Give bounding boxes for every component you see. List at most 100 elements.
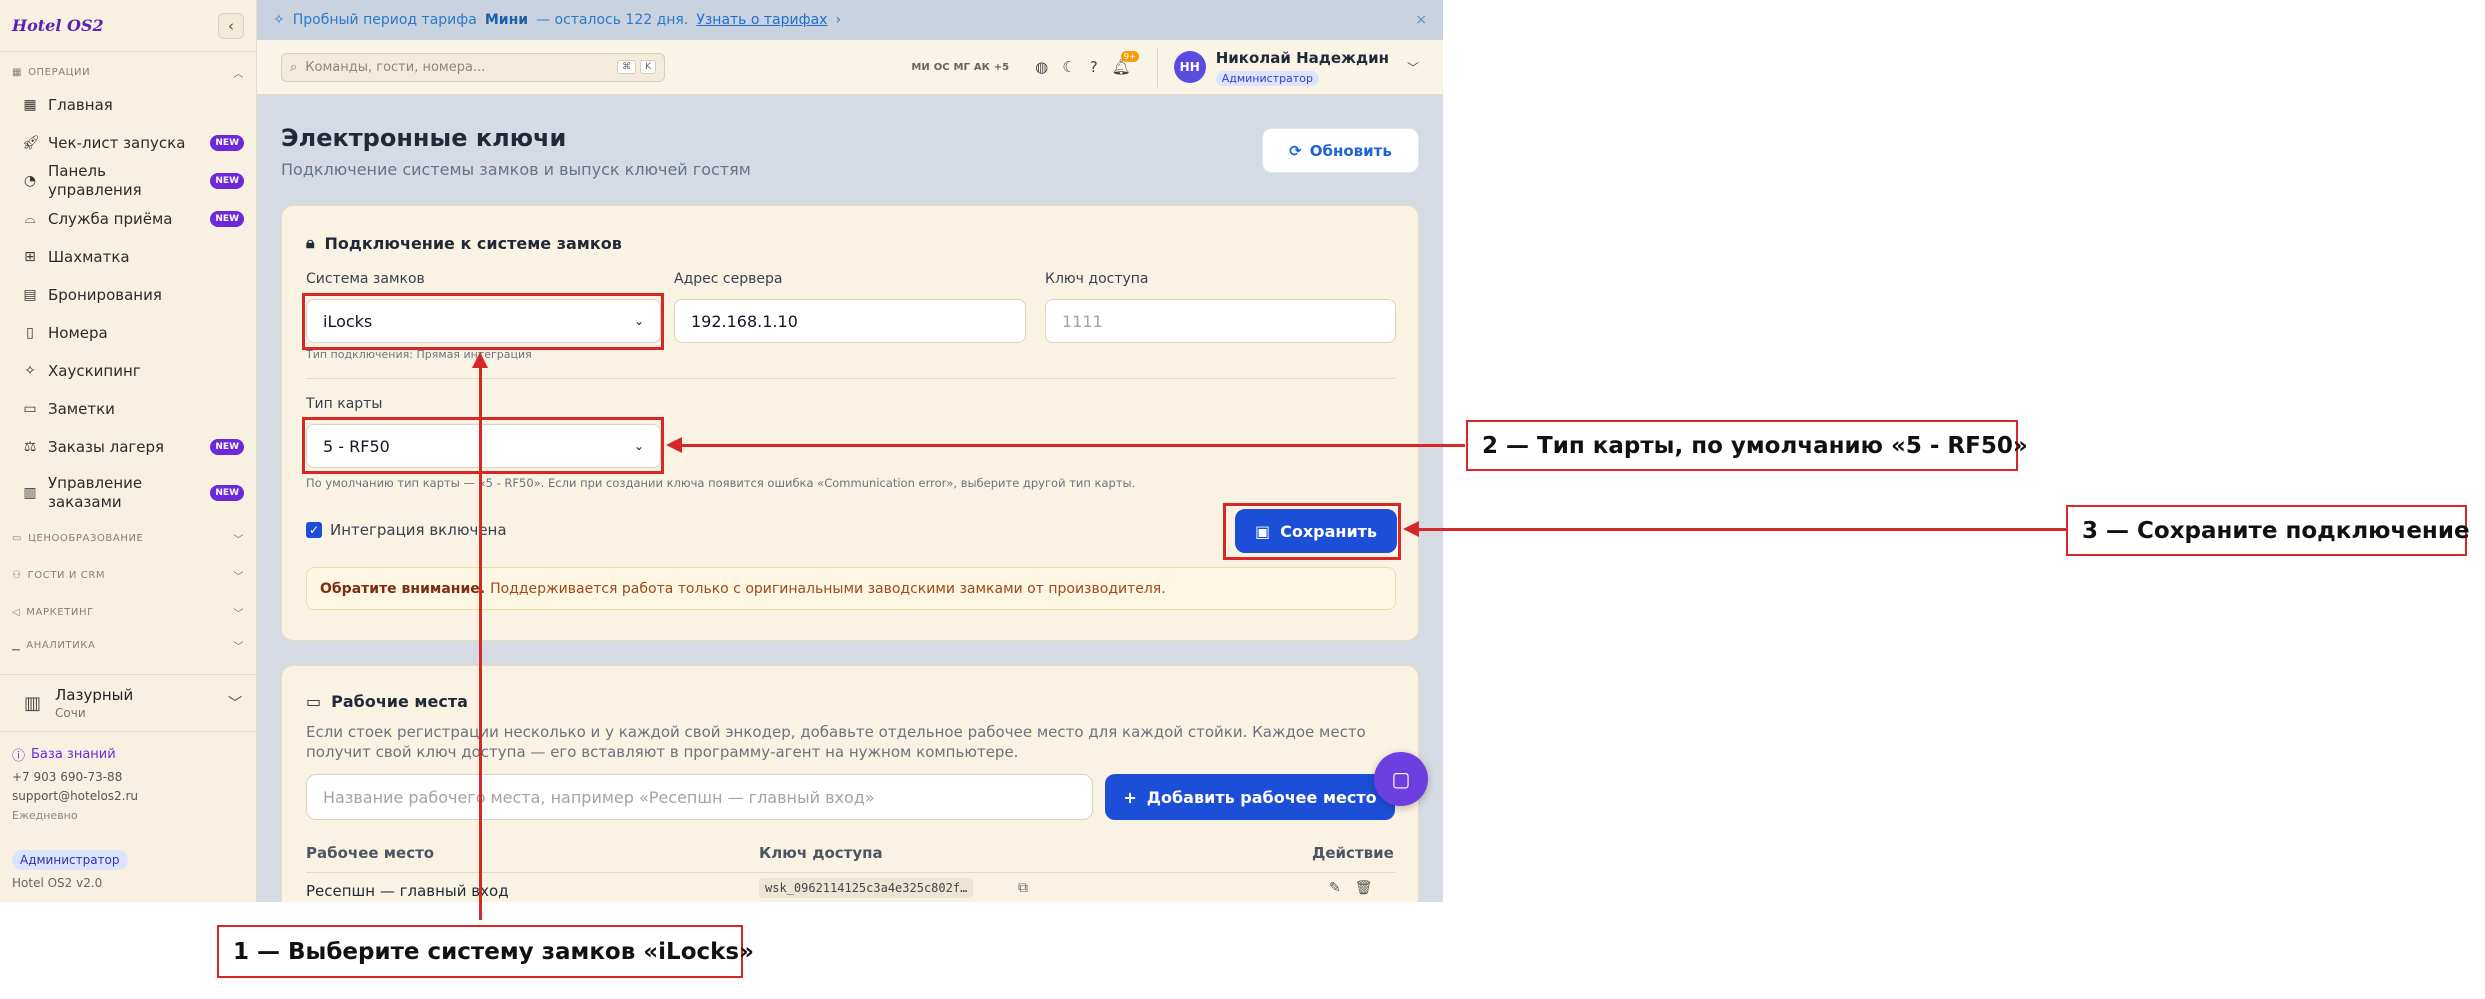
building-icon: ▥: [24, 692, 42, 714]
sidebar-item-front-desk[interactable]: ⌓ Служба приёма NEW: [0, 200, 256, 238]
sidebar: Hotel OS2 ‹ ▦ ОПЕРАЦИИ ︿ ▦ Главная 🚀︎ Чек…: [0, 0, 257, 902]
row-actions: ✎ 🗑︎: [1329, 880, 1373, 896]
chevron-down-icon: ﹀: [228, 696, 242, 712]
arrow-head-3: [1403, 521, 1419, 537]
edit-icon[interactable]: ✎: [1329, 880, 1341, 896]
section-guests-crm[interactable]: ⚇ ГОСТИ И CRM ﹀: [0, 557, 256, 594]
help-icon[interactable]: ?: [1090, 58, 1098, 76]
table-icon: ⊞: [24, 249, 36, 265]
arrow-line-2: [680, 444, 1465, 447]
refresh-button[interactable]: ⟳ Обновить: [1262, 128, 1419, 173]
search-input[interactable]: Команды, гости, номера...: [305, 60, 485, 75]
chevron-left-icon: ‹: [228, 16, 234, 35]
search-icon: ⌕: [290, 59, 298, 75]
chevron-right-icon: ›: [835, 12, 842, 28]
bell-icon[interactable]: 🔔︎ 9+: [1112, 51, 1139, 76]
section-marketing[interactable]: ◁ МАРКЕТИНГ ﹀: [0, 594, 256, 631]
sidebar-item-camp-orders[interactable]: ⚖ Заказы лагеря NEW: [0, 428, 256, 466]
topbar-icons: ◍ ☾ ? 🔔︎ 9+: [1035, 51, 1139, 76]
collapse-sidebar-button[interactable]: ‹: [218, 12, 244, 39]
notification-count: 9+: [1120, 51, 1139, 62]
palette-icon[interactable]: ◍: [1035, 58, 1048, 76]
hotel-switcher[interactable]: ▥ Лазурный Сочи ﹀: [0, 674, 256, 732]
access-key-value: wsk_0962114125c3a4e325c802f…: [759, 878, 974, 898]
page-subtitle: Подключение системы замков и выпуск ключ…: [281, 160, 751, 179]
checkbox-checked-icon[interactable]: ✓: [306, 522, 322, 538]
grid-small-icon: ▦: [12, 66, 23, 78]
add-workplace-button[interactable]: + Добавить рабочее место: [1105, 774, 1395, 820]
new-badge: NEW: [210, 173, 244, 189]
sidebar-item-notes[interactable]: ▭ Заметки: [0, 390, 256, 428]
card-title: ▭ Рабочие места: [306, 692, 468, 711]
callout-3: 3 — Сохраните подключение: [2066, 505, 2470, 556]
online-users[interactable]: МИ ОС МГ АК +5: [911, 62, 1009, 73]
server-address-input[interactable]: 192.168.1.10: [674, 299, 1026, 343]
sidebar-item-launch-checklist[interactable]: 🚀︎ Чек-лист запуска NEW: [0, 124, 256, 162]
chevron-up-icon: ︿: [233, 68, 244, 80]
arrow-line-3: [1416, 528, 2066, 531]
sidebar-item-home[interactable]: ▦ Главная: [0, 86, 256, 124]
support-phone[interactable]: +7 903 690-73-88: [12, 770, 122, 784]
sidebar-item-order-management[interactable]: ▥ Управление заказами NEW: [0, 466, 256, 520]
highlight-card-type: [302, 417, 664, 474]
clipboard-icon: ▤: [23, 287, 37, 303]
section-pricing[interactable]: ▭ ЦЕНООБРАЗОВАНИЕ ﹀: [0, 520, 256, 557]
help-circle-icon: ⓘ: [12, 749, 26, 764]
new-badge: NEW: [210, 135, 244, 151]
close-banner-button[interactable]: ×: [1415, 12, 1427, 28]
hotel-name: Лазурный: [55, 686, 134, 704]
sparkle-icon: ✧: [24, 363, 36, 379]
support-email[interactable]: support@hotelos2.ru: [12, 789, 138, 803]
app-window: Hotel OS2 ‹ ▦ ОПЕРАЦИИ ︿ ▦ Главная 🚀︎ Чек…: [0, 0, 1443, 902]
user-menu[interactable]: НН Николай Надеждин Администратор ﹀: [1156, 47, 1419, 87]
plus-icon: +: [1123, 787, 1137, 807]
users-icon: ⚇: [12, 570, 22, 581]
user-name: Николай Надеждин: [1215, 48, 1389, 67]
avatar: НН: [1173, 51, 1206, 83]
app-logo[interactable]: Hotel OS2: [12, 16, 104, 35]
integration-toggle[interactable]: ✓ Интеграция включена: [306, 521, 507, 539]
sidebar-item-bookings[interactable]: ▤ Бронирования: [0, 276, 256, 314]
moon-icon[interactable]: ☾: [1062, 58, 1075, 76]
section-operations[interactable]: ▦ ОПЕРАЦИИ ︿: [0, 58, 256, 86]
pricing-link[interactable]: Узнать о тарифах: [696, 12, 827, 28]
access-key-label: Ключ доступа: [1045, 271, 1149, 287]
workplaces-card: ▭ Рабочие места Если стоек регистрации н…: [281, 665, 1419, 902]
sidebar-item-dashboard[interactable]: ◔ Панель управления NEW: [0, 162, 256, 200]
workplaces-description: Если стоек регистрации несколько и у каж…: [306, 723, 1366, 761]
callout-2: 2 — Тип карты, по умолчанию «5 - RF50»: [1466, 420, 2028, 471]
tag-icon: ▭: [12, 533, 23, 544]
highlight-lock-system: [302, 293, 664, 350]
topbar: ⌕ Команды, гости, номера... ⌘ K МИ ОС МГ…: [257, 40, 1443, 95]
rocket-icon: 🚀︎: [22, 135, 40, 151]
arrow-line-1: [479, 362, 482, 920]
note-icon: ▭: [23, 401, 37, 417]
column-header-key: Ключ доступа: [759, 844, 883, 862]
column-header-place: Рабочее место: [306, 844, 435, 862]
trash-icon[interactable]: 🗑︎: [1355, 880, 1373, 896]
arrow-head-1: [472, 352, 488, 368]
shortcut-hint: ⌘ K: [617, 60, 656, 74]
card-type-hint: По умолчанию тип карты — «5 - RF50». Есл…: [306, 476, 1136, 490]
divider: [306, 872, 1396, 873]
logo-row: Hotel OS2 ‹: [0, 0, 256, 52]
access-key-input[interactable]: 1111: [1045, 299, 1396, 343]
chevron-down-icon: ﹀: [233, 572, 244, 583]
sidebar-item-chessboard[interactable]: ⊞ Шахматка: [0, 238, 256, 276]
screenshot-stage: Hotel OS2 ‹ ▦ ОПЕРАЦИИ ︿ ▦ Главная 🚀︎ Чек…: [0, 0, 2485, 999]
new-badge: NEW: [210, 485, 244, 501]
chat-button[interactable]: ▢: [1374, 752, 1428, 806]
command-search[interactable]: ⌕ Команды, гости, номера... ⌘ K: [281, 52, 665, 82]
callout-1: 1 — Выберите систему замков «iLocks»: [217, 925, 754, 978]
section-analytics[interactable]: ▁ АНАЛИТИКА ﹀: [0, 631, 256, 659]
trial-plan: Мини: [484, 12, 529, 28]
lock-system-label: Система замков: [306, 271, 425, 287]
user-role: Администратор: [1215, 70, 1319, 86]
chat-icon: ▢: [1391, 767, 1411, 791]
workplace-name-input[interactable]: Название рабочего места, например «Ресеп…: [306, 774, 1093, 820]
copy-icon[interactable]: ⧉: [1018, 880, 1028, 896]
knowledge-base-link[interactable]: ⓘ База знаний: [12, 745, 116, 764]
sidebar-item-rooms[interactable]: ▯ Номера: [0, 314, 256, 352]
sidebar-item-housekeeping[interactable]: ✧ Хаускипинг: [0, 352, 256, 390]
app-version: Hotel OS2 v2.0: [12, 876, 103, 890]
